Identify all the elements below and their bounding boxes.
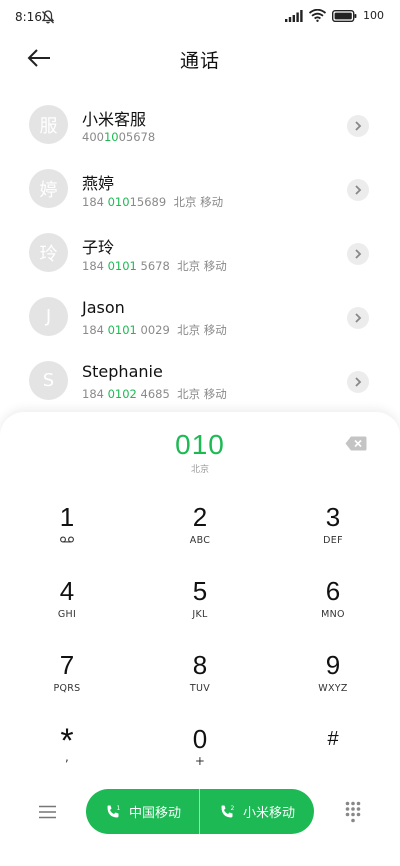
number-match-highlight: 0101 — [107, 323, 137, 337]
contact-number: 184 0101 0029 北京 移动 — [82, 323, 227, 337]
avatar: 玲 — [29, 233, 68, 272]
battery-icon — [332, 9, 357, 22]
contact-number: 184 0101 5678 北京 移动 — [82, 259, 227, 273]
contact-name: 燕婷 — [82, 174, 115, 193]
contact-location: 北京 移动 — [177, 387, 227, 401]
battery-percent: 100 — [363, 9, 384, 22]
contact-detail-button[interactable] — [347, 115, 369, 137]
key-9[interactable]: 9 WXYZ — [283, 650, 383, 712]
contact-detail-button[interactable] — [347, 307, 369, 329]
number-match-highlight: 0101 — [107, 259, 137, 273]
key-7[interactable]: 7 PQRS — [17, 650, 117, 712]
contact-number: 184 01015689 北京 移动 — [82, 195, 224, 209]
signal-icon — [285, 9, 303, 22]
dialed-number[interactable]: 010 — [0, 429, 400, 461]
wifi-icon — [309, 9, 326, 22]
contact-item[interactable]: S Stephanie 184 0102 4685 北京 移动 — [0, 352, 400, 416]
call-button-group: 1 中国移动 2 小米移动 — [86, 789, 314, 834]
menu-icon[interactable] — [39, 805, 56, 819]
backspace-icon[interactable] — [345, 436, 367, 451]
contact-name: Jason — [82, 298, 125, 317]
key-5[interactable]: 5 JKL — [150, 576, 250, 638]
svg-text:1: 1 — [116, 805, 120, 812]
key-0[interactable]: 0 + — [150, 724, 250, 786]
contact-item[interactable]: J Jason 184 0101 0029 北京 移动 — [0, 288, 400, 352]
key-6[interactable]: 6 MNO — [283, 576, 383, 638]
status-bar: 8:16 100 — [0, 0, 400, 36]
app-header: 通话 — [0, 36, 400, 80]
contact-detail-button[interactable] — [347, 179, 369, 201]
contact-number: 4001005678 — [82, 130, 156, 144]
contact-item[interactable]: 玲 子玲 184 0101 5678 北京 移动 — [0, 224, 400, 288]
contact-detail-button[interactable] — [347, 243, 369, 265]
page-title: 通话 — [179, 50, 220, 72]
chevron-right-icon — [355, 377, 362, 387]
avatar: S — [29, 361, 68, 400]
call-sim1-button[interactable]: 1 中国移动 — [86, 789, 200, 834]
dialpad-toggle-icon[interactable] — [345, 801, 361, 823]
chevron-right-icon — [355, 185, 362, 195]
number-match-highlight: 0102 — [107, 387, 137, 401]
key-3[interactable]: 3 DEF — [283, 502, 383, 564]
contact-number: 184 0102 4685 北京 移动 — [82, 387, 227, 401]
phone-sim2-icon: 2 — [221, 805, 234, 817]
key-hash[interactable]: # — [283, 724, 383, 786]
call-sim2-button[interactable]: 2 小米移动 — [200, 789, 314, 834]
svg-text:2: 2 — [230, 805, 234, 812]
chevron-right-icon — [355, 313, 362, 323]
sim2-label: 小米移动 — [242, 806, 295, 821]
sim1-label: 中国移动 — [128, 806, 181, 821]
key-1[interactable]: 1 — [17, 502, 117, 564]
contact-name: 小米客服 — [82, 110, 147, 129]
key-2[interactable]: 2 ABC — [150, 502, 250, 564]
number-match-highlight: 010 — [107, 195, 130, 209]
avatar: J — [29, 297, 68, 336]
contact-name: Stephanie — [82, 362, 163, 381]
phone-sim1-icon: 1 — [107, 805, 120, 817]
number-match-highlight: 10 — [103, 130, 119, 144]
status-time: 8:16 — [15, 10, 42, 24]
avatar: 服 — [29, 105, 68, 144]
contact-location: 北京 移动 — [177, 259, 227, 273]
contact-detail-button[interactable] — [347, 371, 369, 393]
muted-bell-icon — [41, 10, 55, 24]
key-star[interactable]: * , — [17, 724, 117, 786]
contact-item[interactable]: 婷 燕婷 184 01015689 北京 移动 — [0, 160, 400, 224]
key-4[interactable]: 4 GHI — [17, 576, 117, 638]
chevron-right-icon — [355, 249, 362, 259]
avatar: 婷 — [29, 169, 68, 208]
contact-location: 北京 移动 — [177, 323, 227, 337]
number-region: 北京 — [190, 465, 209, 475]
voicemail-icon — [60, 536, 74, 543]
contact-name: 子玲 — [82, 238, 115, 257]
key-8[interactable]: 8 TUV — [150, 650, 250, 712]
contact-item[interactable]: 服 小米客服 4001005678 — [0, 96, 400, 160]
contact-location: 北京 移动 — [173, 195, 224, 209]
chevron-right-icon — [355, 121, 362, 131]
contact-suggestion-list: 服 小米客服 4001005678 婷 燕婷 184 01015689 北京 移… — [0, 96, 400, 416]
